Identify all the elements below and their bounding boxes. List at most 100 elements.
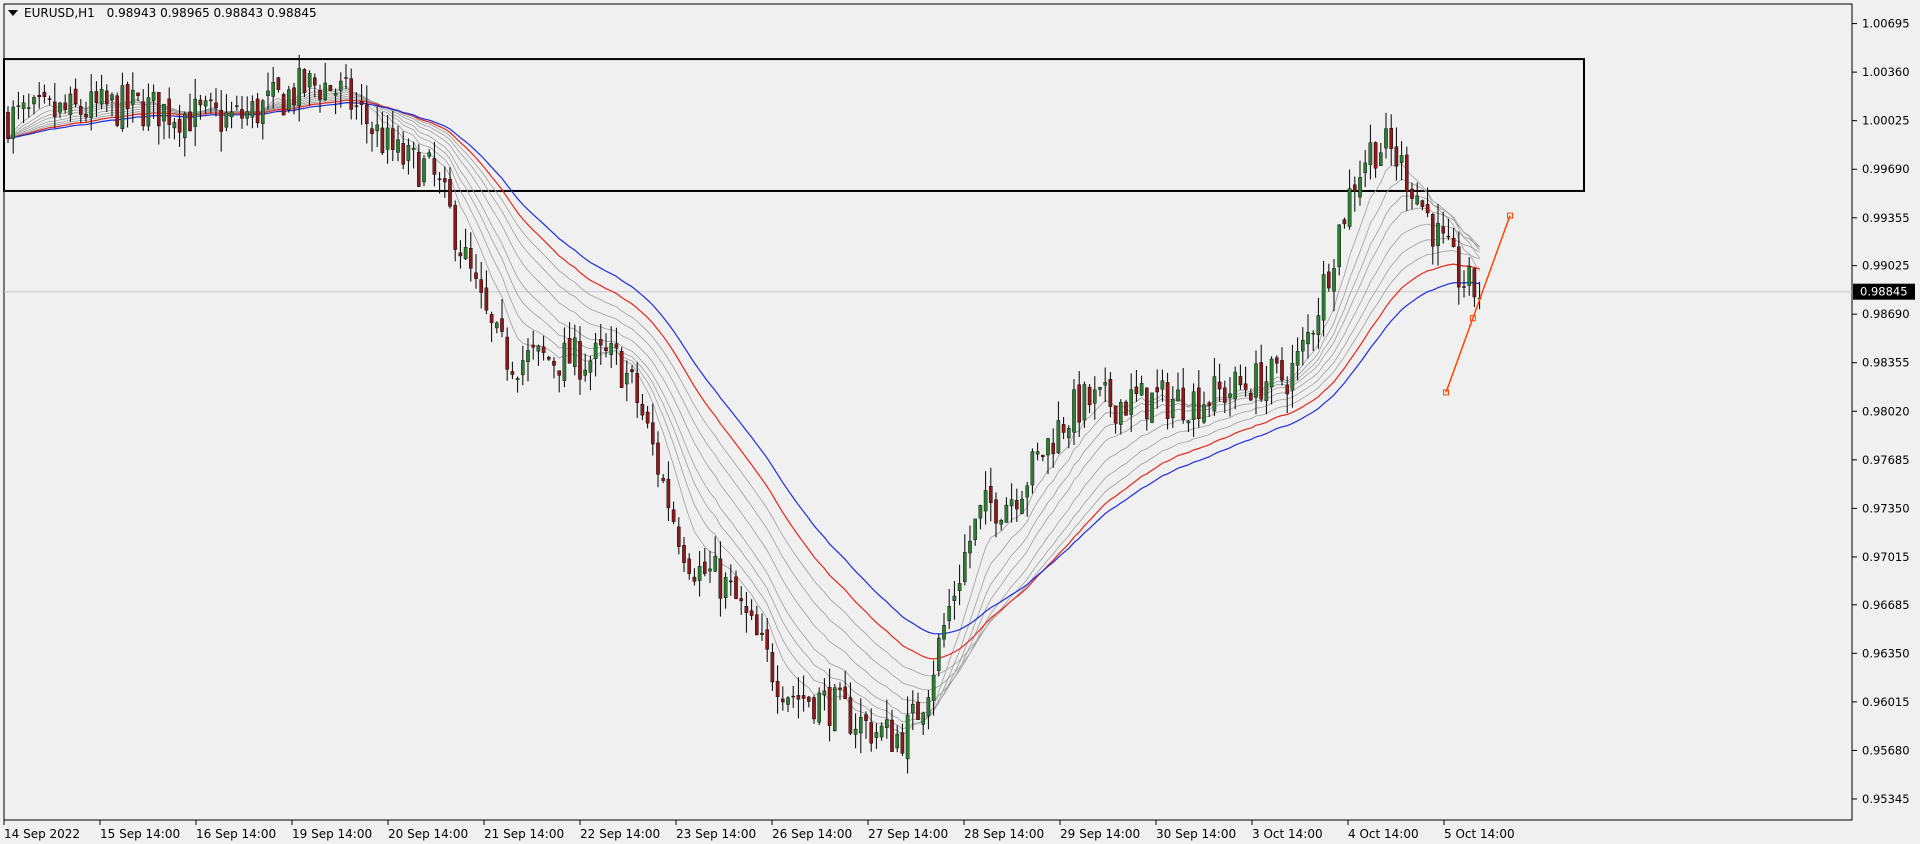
bull-candle [942, 624, 946, 640]
price-axis-label: 1.00025 [1862, 114, 1910, 128]
bull-candle [1202, 404, 1206, 423]
bull-candle [234, 105, 239, 107]
bear-candle [255, 98, 260, 124]
bull-candle [58, 102, 62, 113]
bull-candle [1066, 427, 1071, 439]
bull-candle [609, 343, 613, 355]
bear-candle [692, 576, 697, 582]
bear-candle [1352, 184, 1357, 193]
bull-candle [1212, 376, 1217, 412]
bull-candle [406, 145, 411, 161]
bear-candle [1280, 360, 1284, 381]
bear-candle [370, 128, 374, 134]
bull-candle [151, 91, 156, 101]
bear-candle [781, 698, 785, 703]
bear-candle [84, 113, 88, 118]
bear-candle [749, 610, 754, 616]
bear-candle [1108, 379, 1113, 407]
bear-candle [1113, 405, 1118, 424]
bull-candle [266, 90, 270, 97]
bear-candle [1248, 393, 1253, 401]
bull-candle [224, 112, 229, 128]
bull-candle [1004, 504, 1009, 523]
bear-candle [994, 499, 998, 524]
ema-ribbon-line-2 [7, 87, 1480, 730]
bull-candle [1150, 392, 1154, 423]
bear-candle [474, 272, 478, 279]
bull-candle [1170, 399, 1175, 418]
bear-candle [640, 403, 645, 416]
bull-candle [68, 93, 73, 116]
bear-candle [188, 111, 192, 132]
ema-ribbon-line-4 [7, 91, 1480, 715]
bear-candle [619, 351, 624, 388]
bull-candle [999, 520, 1003, 525]
bear-candle [578, 341, 582, 380]
ema-fast-line [7, 99, 1480, 660]
bear-candle [479, 279, 484, 293]
bear-candle [1015, 499, 1019, 510]
price-axis-label: 0.95345 [1862, 792, 1910, 806]
bear-candle [671, 509, 676, 522]
bear-candle [73, 88, 78, 105]
bear-candle [349, 78, 354, 110]
bull-candle [1129, 389, 1133, 415]
bear-candle [391, 128, 395, 150]
bear-candle [458, 252, 463, 257]
bull-candle [146, 97, 151, 127]
bull-candle [1436, 222, 1440, 247]
bull-candle [250, 101, 255, 118]
price-axis-label: 0.95680 [1862, 743, 1910, 757]
bull-candle [1254, 363, 1258, 398]
bear-candle [448, 179, 452, 207]
bull-candle [562, 342, 567, 381]
price-axis-label: 0.96015 [1862, 695, 1910, 709]
time-axis-label: 28 Sep 14:00 [964, 827, 1044, 841]
bear-candle [125, 84, 130, 109]
bear-candle [1144, 387, 1149, 420]
bear-candle [469, 248, 473, 269]
bull-candle [463, 246, 468, 260]
trendline[interactable] [1445, 215, 1511, 393]
resistance-zone-box[interactable] [3, 58, 1585, 192]
bull-candle [1191, 391, 1196, 420]
bear-candle [276, 77, 281, 91]
current-price-label: 0.98845 [1860, 285, 1908, 299]
bear-candle [500, 318, 504, 332]
bear-candle [1425, 204, 1430, 214]
bear-candle [1243, 383, 1248, 390]
bull-candle [1295, 351, 1300, 366]
time-axis-label: 4 Oct 14:00 [1348, 827, 1419, 841]
bear-candle [240, 109, 244, 119]
chart-window[interactable]: 1.00695 1.00360 1.00025 0.99690 0.99355 0.990… [0, 0, 1920, 844]
bull-candle [885, 719, 889, 729]
bull-candle [427, 152, 432, 157]
bull-candle [21, 102, 26, 109]
bear-candle [775, 681, 780, 697]
bear-candle [1040, 454, 1045, 458]
bear-candle [208, 99, 213, 102]
dropdown-triangle-icon[interactable] [8, 10, 18, 16]
bull-candle [874, 732, 879, 738]
candlestick-chart[interactable]: 1.00695 1.00360 1.00025 0.99690 0.99355 0.990… [0, 0, 1920, 844]
bull-candle [99, 88, 104, 105]
bull-candle [245, 111, 250, 119]
bull-candle [1020, 498, 1024, 514]
price-axis-label: 0.97350 [1862, 501, 1910, 515]
bear-candle [557, 370, 561, 376]
bear-candle [864, 714, 868, 721]
bear-candle [104, 90, 109, 105]
bear-candle [796, 695, 801, 700]
bull-candle [1311, 332, 1315, 335]
bear-candle [489, 314, 494, 323]
bear-candle [318, 90, 322, 100]
price-axis-label: 0.97015 [1862, 550, 1910, 564]
bear-candle [614, 343, 619, 349]
bear-candle [167, 98, 172, 125]
bull-candle [978, 505, 983, 519]
ema-ribbon-line-6 [7, 95, 1480, 691]
ohlc-values: 0.98943 0.98965 0.98843 0.98845 [106, 6, 317, 20]
bear-candle [1061, 424, 1066, 433]
bear-candle [1077, 384, 1081, 423]
bull-candle [1321, 274, 1326, 321]
